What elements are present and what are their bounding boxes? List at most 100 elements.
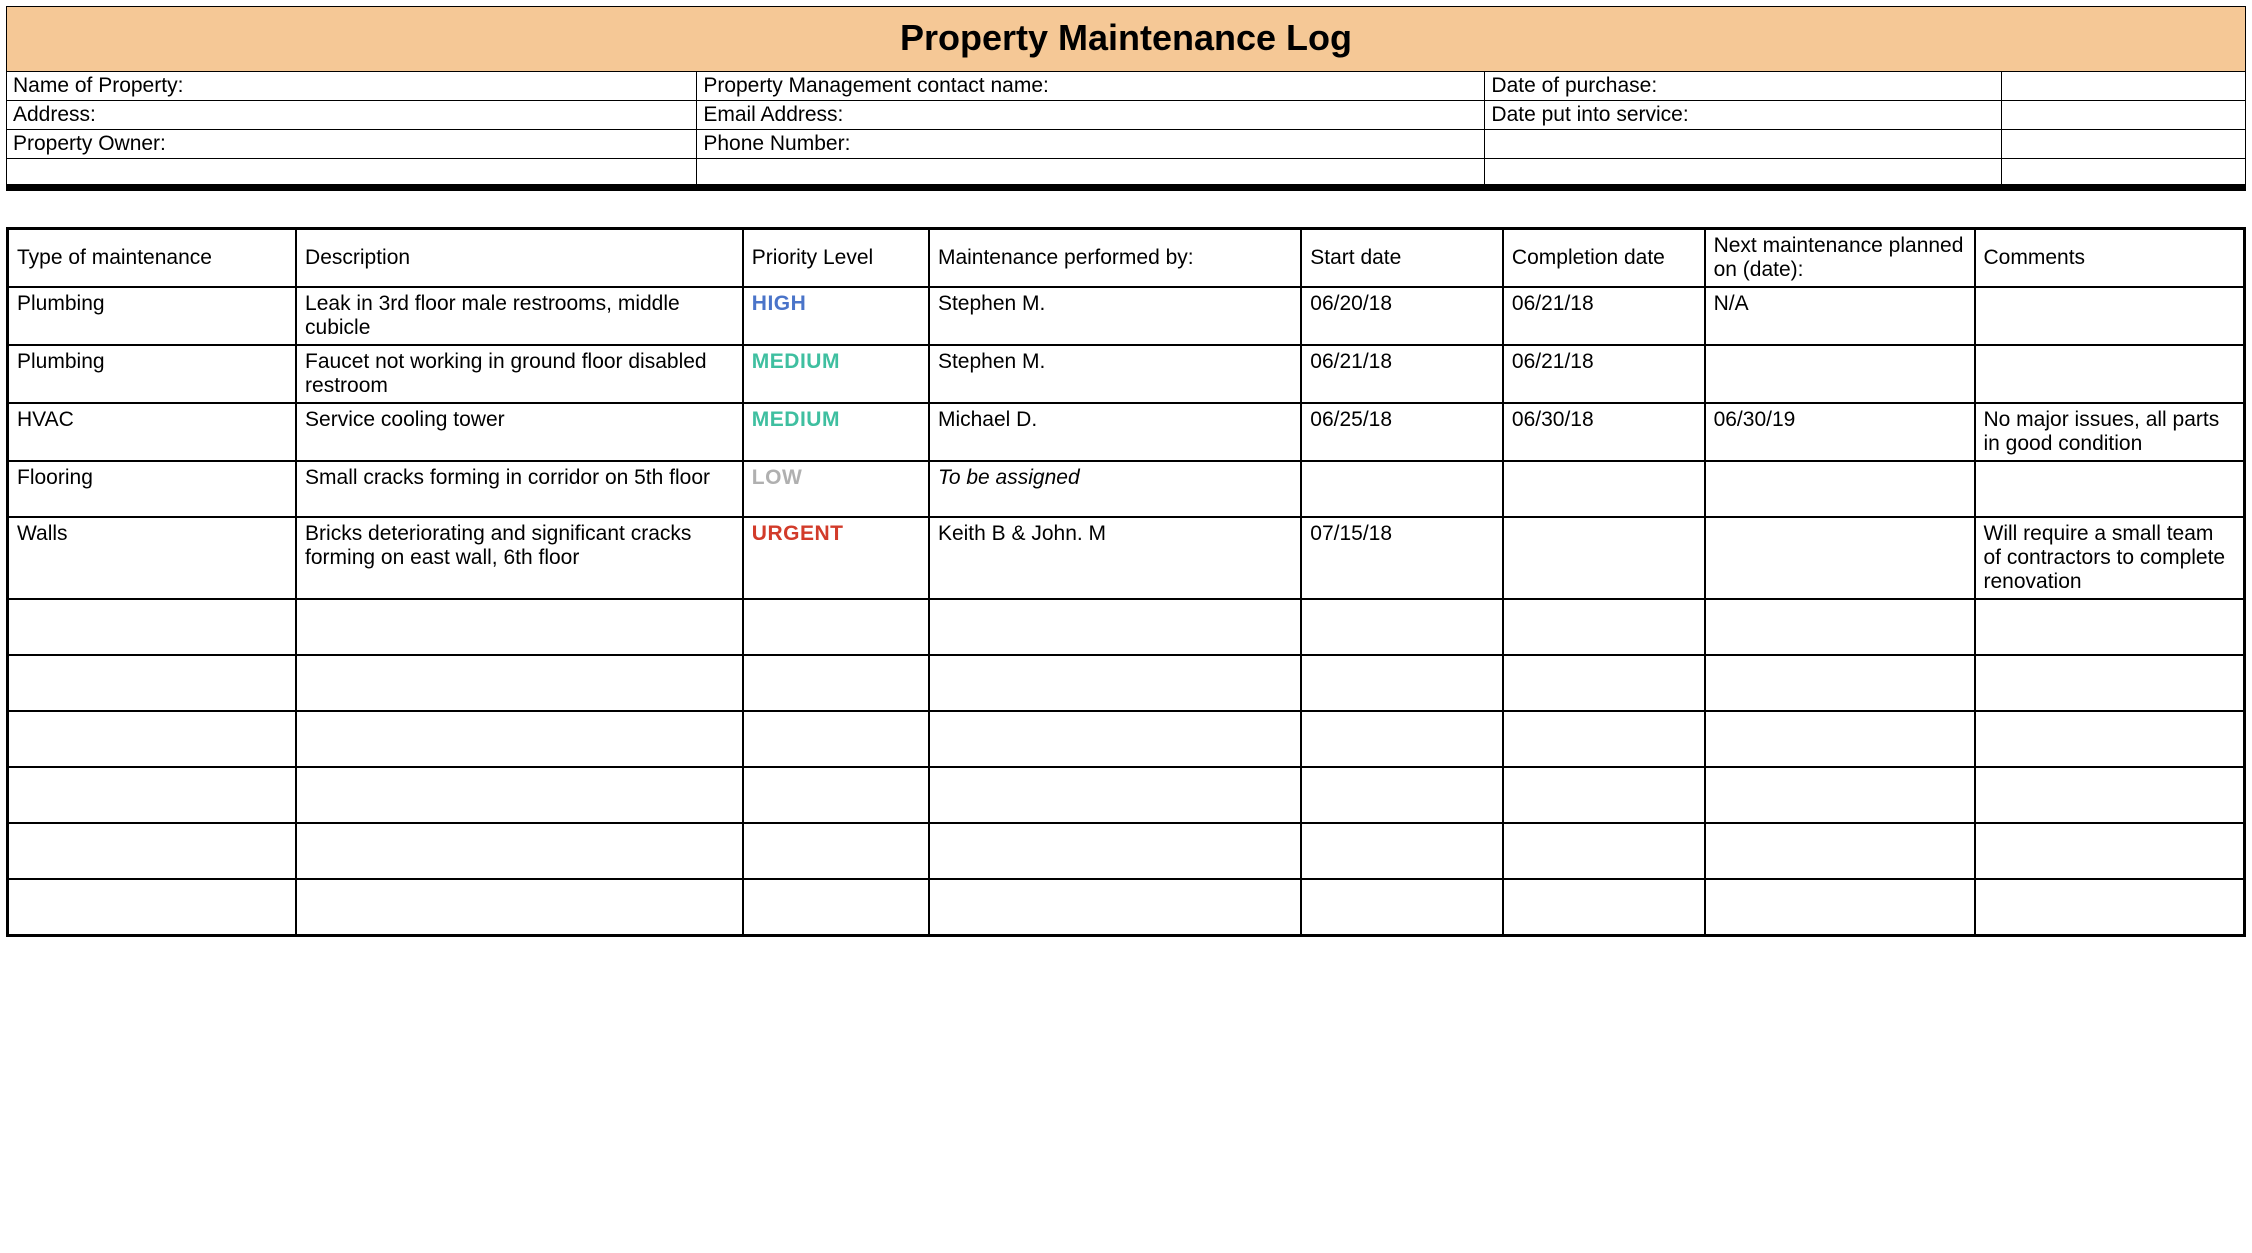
- thick-divider: [6, 185, 2246, 191]
- info-cell: [7, 159, 697, 185]
- cell-description: Small cracks forming in corridor on 5th …: [296, 461, 743, 517]
- cell-priority: [743, 767, 929, 823]
- cell-performed-by: [929, 879, 1301, 935]
- cell-performed-by: To be assigned: [929, 461, 1301, 517]
- cell-performed-by: [929, 655, 1301, 711]
- cell-start-date: 06/21/18: [1301, 345, 1503, 403]
- cell-completion-date: [1503, 879, 1705, 935]
- cell-priority: [743, 711, 929, 767]
- info-header-table: Name of Property:Property Management con…: [6, 71, 2246, 185]
- info-row: Address:Email Address:Date put into serv…: [7, 101, 2246, 130]
- cell-comments: No major issues, all parts in good condi…: [1975, 403, 2245, 461]
- cell-type: [8, 655, 297, 711]
- table-row: [8, 823, 2245, 879]
- cell-priority: URGENT: [743, 517, 929, 599]
- cell-next-maintenance: [1705, 599, 1975, 655]
- table-row: FlooringSmall cracks forming in corridor…: [8, 461, 2245, 517]
- cell-type: Plumbing: [8, 287, 297, 345]
- cell-completion-date: [1503, 599, 1705, 655]
- cell-performed-by: Stephen M.: [929, 345, 1301, 403]
- table-row: [8, 655, 2245, 711]
- cell-next-maintenance: [1705, 517, 1975, 599]
- cell-type: Flooring: [8, 461, 297, 517]
- cell-description: [296, 879, 743, 935]
- cell-next-maintenance: [1705, 879, 1975, 935]
- info-row: [7, 159, 2246, 185]
- table-row: [8, 711, 2245, 767]
- cell-completion-date: [1503, 461, 1705, 517]
- column-header: Comments: [1975, 229, 2245, 288]
- cell-completion-date: [1503, 823, 1705, 879]
- column-header: Priority Level: [743, 229, 929, 288]
- cell-completion-date: [1503, 517, 1705, 599]
- column-header: Description: [296, 229, 743, 288]
- cell-completion-date: 06/21/18: [1503, 287, 1705, 345]
- cell-comments: [1975, 767, 2245, 823]
- cell-comments: [1975, 823, 2245, 879]
- cell-priority: MEDIUM: [743, 345, 929, 403]
- info-cell: Address:: [7, 101, 697, 130]
- cell-priority: [743, 879, 929, 935]
- cell-priority: [743, 823, 929, 879]
- cell-description: Faucet not working in ground floor disab…: [296, 345, 743, 403]
- cell-comments: [1975, 879, 2245, 935]
- cell-description: [296, 767, 743, 823]
- cell-comments: [1975, 599, 2245, 655]
- cell-type: [8, 711, 297, 767]
- info-cell: [2001, 72, 2245, 101]
- cell-start-date: [1301, 767, 1503, 823]
- table-row: HVACService cooling towerMEDIUMMichael D…: [8, 403, 2245, 461]
- column-header: Type of maintenance: [8, 229, 297, 288]
- cell-type: [8, 879, 297, 935]
- info-row: Name of Property:Property Management con…: [7, 72, 2246, 101]
- cell-next-maintenance: [1705, 823, 1975, 879]
- cell-next-maintenance: [1705, 345, 1975, 403]
- cell-type: Walls: [8, 517, 297, 599]
- cell-next-maintenance: [1705, 461, 1975, 517]
- cell-priority: HIGH: [743, 287, 929, 345]
- table-row: WallsBricks deteriorating and significan…: [8, 517, 2245, 599]
- cell-performed-by: Stephen M.: [929, 287, 1301, 345]
- column-header: Next maintenance planned on (date):: [1705, 229, 1975, 288]
- cell-performed-by: Keith B & John. M: [929, 517, 1301, 599]
- cell-start-date: [1301, 711, 1503, 767]
- cell-start-date: [1301, 655, 1503, 711]
- info-cell: Date put into service:: [1485, 101, 2001, 130]
- cell-priority: [743, 655, 929, 711]
- column-header: Start date: [1301, 229, 1503, 288]
- cell-completion-date: [1503, 767, 1705, 823]
- cell-comments: Will require a small team of contractors…: [1975, 517, 2245, 599]
- table-row: [8, 767, 2245, 823]
- cell-priority: LOW: [743, 461, 929, 517]
- cell-performed-by: [929, 823, 1301, 879]
- page: Property Maintenance Log Name of Propert…: [0, 0, 2252, 943]
- cell-description: Service cooling tower: [296, 403, 743, 461]
- cell-description: Bricks deteriorating and significant cra…: [296, 517, 743, 599]
- info-cell: [1485, 130, 2001, 159]
- maintenance-log-table: Type of maintenanceDescriptionPriority L…: [6, 227, 2246, 937]
- cell-comments: [1975, 461, 2245, 517]
- info-cell: [1485, 159, 2001, 185]
- table-row: PlumbingLeak in 3rd floor male restrooms…: [8, 287, 2245, 345]
- info-cell: Property Management contact name:: [697, 72, 1485, 101]
- cell-next-maintenance: [1705, 655, 1975, 711]
- info-cell: Name of Property:: [7, 72, 697, 101]
- cell-comments: [1975, 345, 2245, 403]
- info-cell: [2001, 130, 2245, 159]
- cell-start-date: [1301, 599, 1503, 655]
- info-cell: [697, 159, 1485, 185]
- cell-next-maintenance: 06/30/19: [1705, 403, 1975, 461]
- column-header: Maintenance performed by:: [929, 229, 1301, 288]
- cell-type: [8, 599, 297, 655]
- info-cell: [2001, 159, 2245, 185]
- column-header: Completion date: [1503, 229, 1705, 288]
- cell-comments: [1975, 711, 2245, 767]
- cell-start-date: 06/25/18: [1301, 403, 1503, 461]
- cell-priority: [743, 599, 929, 655]
- cell-start-date: [1301, 461, 1503, 517]
- info-cell: Email Address:: [697, 101, 1485, 130]
- cell-completion-date: 06/30/18: [1503, 403, 1705, 461]
- cell-start-date: 07/15/18: [1301, 517, 1503, 599]
- cell-completion-date: [1503, 655, 1705, 711]
- table-row: [8, 599, 2245, 655]
